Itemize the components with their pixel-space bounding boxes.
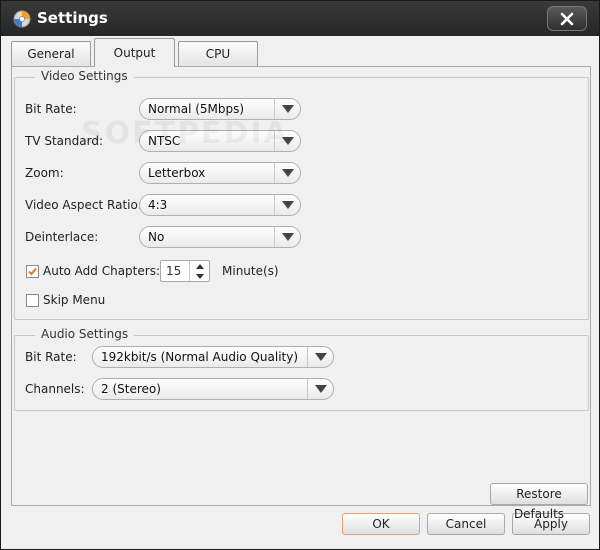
chevron-down-icon[interactable]	[307, 379, 333, 399]
chevron-down-icon[interactable]	[307, 347, 333, 367]
aspect-ratio-value: 4:3	[148, 198, 168, 212]
video-settings-title: Video Settings	[35, 69, 134, 83]
audio-bit-rate-value: 192kbit/s (Normal Audio Quality)	[101, 350, 299, 364]
deinterlace-label: Deinterlace:	[25, 230, 99, 244]
softpedia-watermark: SOFTPEDIA	[81, 116, 289, 151]
app-disc-icon	[13, 10, 31, 28]
channels-select[interactable]: 2 (Stereo)	[92, 378, 334, 400]
zoom-value: Letterbox	[148, 166, 206, 180]
stepper-down-icon[interactable]	[190, 271, 209, 281]
audio-bit-rate-select[interactable]: 192kbit/s (Normal Audio Quality)	[92, 346, 334, 368]
auto-add-chapters-label: Auto Add Chapters:	[43, 264, 160, 278]
settings-window: Settings General Output CPU Video Settin…	[0, 0, 600, 550]
zoom-select[interactable]: Letterbox	[139, 162, 301, 184]
chevron-down-icon[interactable]	[274, 195, 300, 215]
tab-cpu[interactable]: CPU	[178, 41, 258, 66]
video-bit-rate-label: Bit Rate:	[25, 102, 77, 116]
chevron-down-icon[interactable]	[274, 163, 300, 183]
aspect-ratio-label: Video Aspect Ratio:	[25, 198, 142, 212]
restore-defaults-button[interactable]: Restore Defaults	[490, 483, 588, 521]
channels-value: 2 (Stereo)	[101, 382, 161, 396]
skip-menu-label: Skip Menu	[43, 293, 106, 307]
aspect-ratio-select[interactable]: 4:3	[139, 194, 301, 216]
tab-general[interactable]: General	[11, 41, 91, 66]
ok-button[interactable]: OK	[342, 513, 420, 535]
audio-settings-title: Audio Settings	[35, 327, 135, 341]
auto-add-chapters-checkbox[interactable]	[26, 265, 39, 278]
close-button[interactable]	[547, 6, 587, 31]
cancel-button[interactable]: Cancel	[427, 513, 505, 535]
video-bit-rate-value: Normal (5Mbps)	[148, 102, 245, 116]
checkmark-icon	[28, 267, 37, 276]
skip-menu-checkbox[interactable]	[26, 294, 39, 307]
chapter-interval-stepper[interactable]: 15	[160, 260, 210, 282]
chapter-interval-value: 15	[166, 264, 182, 278]
stepper-up-icon[interactable]	[190, 261, 209, 271]
deinterlace-select[interactable]: No	[139, 226, 301, 248]
title-bar: Settings	[1, 1, 599, 36]
tab-output[interactable]: Output	[94, 38, 175, 67]
stepper-buttons	[189, 261, 209, 281]
channels-label: Channels:	[25, 382, 85, 396]
close-icon	[560, 12, 574, 25]
deinterlace-value: No	[148, 230, 165, 244]
window-title: Settings	[37, 9, 108, 27]
audio-bit-rate-label: Bit Rate:	[25, 350, 77, 364]
zoom-label: Zoom:	[25, 166, 64, 180]
chapter-interval-unit: Minute(s)	[222, 264, 279, 278]
chevron-down-icon[interactable]	[274, 227, 300, 247]
